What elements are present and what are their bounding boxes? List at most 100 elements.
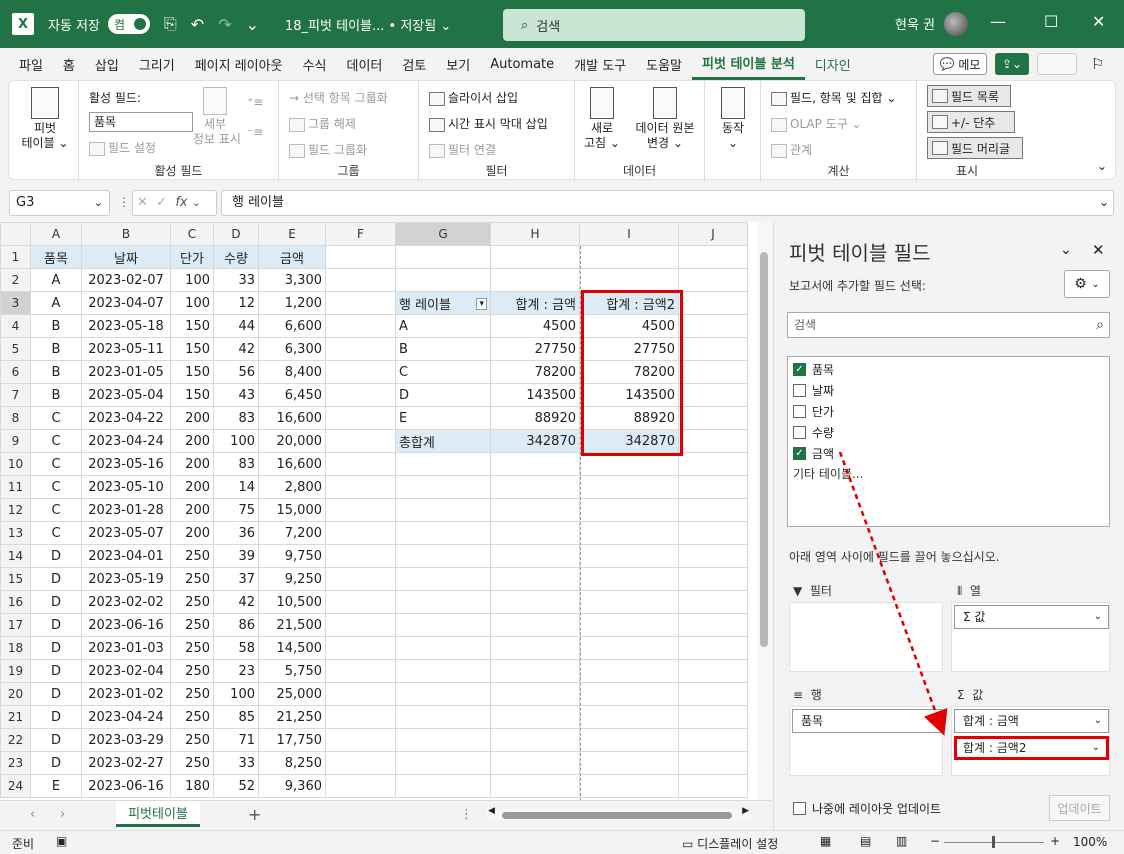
cell-grid[interactable]: A B C D E F G H I J 1 품목 날짜 단가 수량 금액 2 A 2023-02-07 100 33 3,…	[0, 222, 748, 798]
vertical-scrollbar[interactable]	[757, 222, 771, 800]
cell[interactable]: 52	[213, 774, 259, 798]
cell[interactable]: 342870	[490, 429, 580, 453]
column-header[interactable]: C	[170, 222, 214, 246]
cell[interactable]	[579, 636, 679, 660]
cell[interactable]: 100	[213, 429, 259, 453]
row-header[interactable]: 10	[0, 452, 31, 476]
checkbox[interactable]	[793, 405, 806, 418]
tab-5[interactable]: 수식	[293, 48, 337, 80]
name-box[interactable]: G3 ⌄	[9, 190, 110, 216]
cell[interactable]	[678, 544, 748, 568]
cell[interactable]	[490, 636, 580, 660]
columns-values-item[interactable]: Σ 값 ⌄	[954, 605, 1109, 629]
cell[interactable]	[325, 314, 396, 338]
user-name[interactable]: 현욱 권	[895, 14, 935, 33]
insert-slicer-button[interactable]: 슬라이서 삽입	[429, 89, 518, 106]
tab-6[interactable]: 데이터	[336, 48, 392, 80]
cell[interactable]: 250	[170, 636, 214, 660]
cell[interactable]	[325, 613, 396, 637]
pane-close-icon[interactable]: ✕	[1092, 241, 1105, 259]
cell[interactable]: 2023-01-05	[81, 360, 171, 384]
cell[interactable]	[325, 291, 396, 315]
cell[interactable]	[579, 452, 679, 476]
cell[interactable]: 6,600	[258, 314, 326, 338]
cell[interactable]: 16,600	[258, 452, 326, 476]
cell[interactable]: 43	[213, 383, 259, 407]
cell[interactable]	[325, 383, 396, 407]
tab-7[interactable]: 검토	[392, 48, 436, 80]
cell[interactable]: 14	[213, 475, 259, 499]
cell[interactable]: 21,250	[258, 705, 326, 729]
cell[interactable]	[490, 544, 580, 568]
cell[interactable]: 20,000	[258, 429, 326, 453]
cell[interactable]: C	[30, 521, 82, 545]
row-header[interactable]: 24	[0, 774, 31, 798]
cell[interactable]: 2023-02-27	[81, 751, 171, 775]
cell[interactable]: 83	[213, 406, 259, 430]
cell[interactable]: 21,500	[258, 613, 326, 637]
cell[interactable]	[579, 544, 679, 568]
row-header[interactable]: 19	[0, 659, 31, 683]
cell[interactable]	[579, 613, 679, 637]
row-header[interactable]: 15	[0, 567, 31, 591]
share-button[interactable]: ⇪⌄	[995, 53, 1029, 75]
checkbox[interactable]: ✓	[793, 447, 806, 460]
column-header[interactable]: D	[213, 222, 259, 246]
cell[interactable]	[395, 567, 491, 591]
filters-area[interactable]	[789, 602, 943, 672]
cell[interactable]	[678, 452, 748, 476]
cell[interactable]	[678, 751, 748, 775]
row-header[interactable]: 11	[0, 475, 31, 499]
cell[interactable]: 250	[170, 659, 214, 683]
cell[interactable]: 9,360	[258, 774, 326, 798]
cell[interactable]: 4500	[490, 314, 580, 338]
cell[interactable]	[678, 567, 748, 591]
cell[interactable]: D	[30, 636, 82, 660]
cell[interactable]: D	[30, 705, 82, 729]
tools-button[interactable]: ⚙ ⌄	[1064, 270, 1110, 298]
cell[interactable]: B	[30, 360, 82, 384]
tab-1[interactable]: 홈	[53, 48, 85, 80]
cell[interactable]	[490, 245, 580, 269]
cell[interactable]: 2023-01-02	[81, 682, 171, 706]
cell[interactable]	[395, 245, 491, 269]
cell[interactable]	[678, 498, 748, 522]
cell[interactable]: E	[30, 774, 82, 798]
memo-button[interactable]: 💬 메모	[933, 53, 987, 75]
cell[interactable]	[490, 567, 580, 591]
values-area[interactable]: 합계 : 금액 ⌄ 합계 : 금액2 ⌄	[951, 706, 1110, 776]
column-header[interactable]: F	[325, 222, 396, 246]
cell[interactable]: 342870	[579, 429, 679, 453]
cell[interactable]: 수량	[213, 245, 259, 269]
cell[interactable]	[678, 360, 748, 384]
cell[interactable]	[678, 613, 748, 637]
chevron-down-icon[interactable]: ⌄	[1094, 710, 1102, 732]
cell[interactable]	[325, 751, 396, 775]
values-item-sum[interactable]: 합계 : 금액 ⌄	[954, 709, 1109, 733]
cell[interactable]	[579, 475, 679, 499]
cell[interactable]: 44	[213, 314, 259, 338]
collapse-field-icon[interactable]: ⁻≡	[247, 125, 263, 139]
cell[interactable]	[579, 521, 679, 545]
cell[interactable]	[395, 728, 491, 752]
maximize-icon[interactable]: ☐	[1044, 12, 1058, 31]
cell[interactable]: 총합계	[395, 429, 491, 453]
cell[interactable]: 5,750	[258, 659, 326, 683]
filter-connections-button[interactable]: 필터 연결	[429, 141, 496, 158]
cell[interactable]: 2023-05-19	[81, 567, 171, 591]
cell[interactable]: 2023-05-18	[81, 314, 171, 338]
cell[interactable]: 180	[170, 774, 214, 798]
cell[interactable]: 250	[170, 751, 214, 775]
cell[interactable]: 25,000	[258, 682, 326, 706]
pane-options-icon[interactable]: ⌄	[1060, 242, 1072, 258]
display-settings-button[interactable]: ▭ 디스플레이 설정	[682, 835, 778, 852]
tab-9[interactable]: Automate	[480, 48, 564, 80]
cancel-icon[interactable]: ✕	[137, 195, 148, 210]
cell[interactable]	[678, 590, 748, 614]
cell[interactable]: 56	[213, 360, 259, 384]
row-header[interactable]: 7	[0, 383, 31, 407]
checkbox[interactable]: ✓	[793, 363, 806, 376]
cell[interactable]: 단가	[170, 245, 214, 269]
split-icon[interactable]: ⋮	[460, 807, 473, 822]
cell[interactable]	[678, 268, 748, 292]
